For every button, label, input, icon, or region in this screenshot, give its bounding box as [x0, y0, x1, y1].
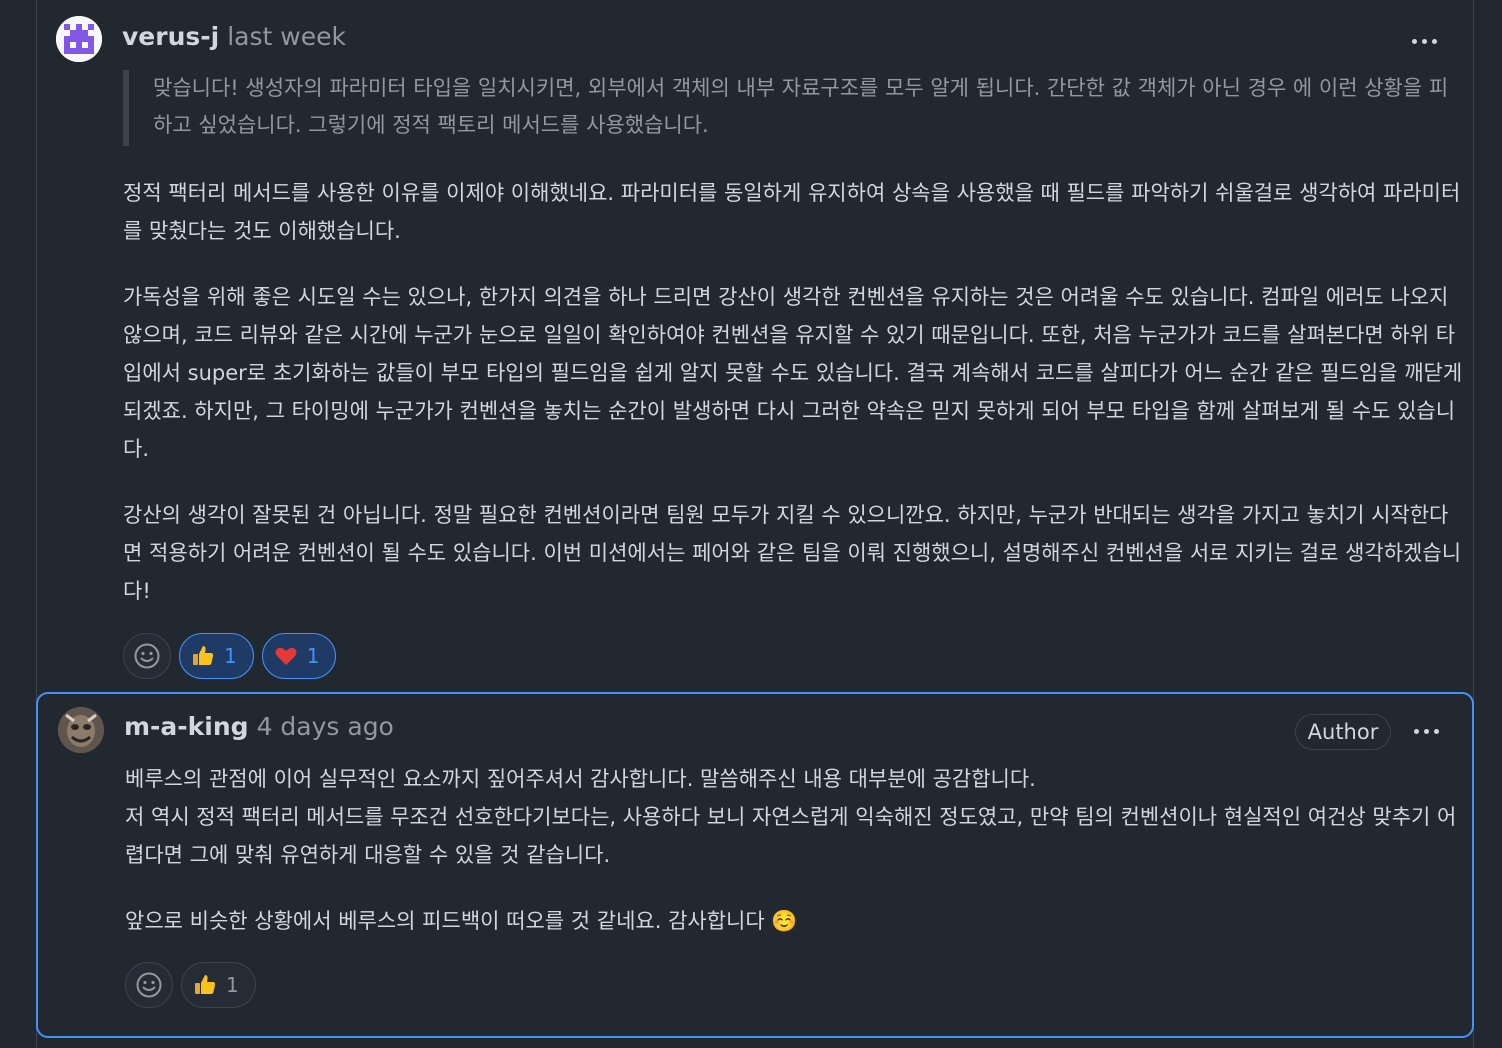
comment-paragraph: 앞으로 비슷한 상황에서 베루스의 피드백이 떠오를 것 같네요. 감사합니다 …	[125, 909, 798, 933]
timestamp-link[interactable]: last week	[227, 22, 346, 51]
comment-paragraph: 가독성을 위해 좋은 시도일 수는 있으나, 한가지 의견을 하나 드리면 강산…	[123, 285, 1463, 461]
add-reaction-button[interactable]	[125, 962, 173, 1008]
smiley-icon	[136, 972, 162, 998]
reaction-count: 1	[226, 973, 239, 997]
avatar[interactable]	[56, 16, 102, 62]
blockquote: 맞습니다! 생성자의 파라미터 타입을 일치시키면, 외부에서 객체의 내부 자…	[123, 70, 1453, 146]
timestamp-link[interactable]: 4 days ago	[257, 712, 394, 741]
reactions-bar: 1	[125, 962, 256, 1008]
comment-paragraph: 저 역시 정적 팩터리 메서드를 무조건 선호한다기보다는, 사용하다 보니 자…	[125, 805, 1457, 867]
comment-m-a-king: m-a-king 4 days ago Author 베루스의 관점에 이어 실…	[36, 692, 1474, 1038]
kebab-menu-icon[interactable]	[1404, 26, 1444, 56]
heart-icon	[273, 643, 299, 669]
reaction-count: 1	[224, 644, 237, 668]
smiley-icon	[134, 643, 160, 669]
author-badge: Author	[1295, 714, 1391, 750]
add-reaction-button[interactable]	[123, 633, 171, 679]
avatar[interactable]	[58, 707, 104, 753]
reaction-thumbs-up[interactable]: 1	[179, 633, 254, 679]
kebab-menu-icon[interactable]	[1406, 716, 1446, 746]
reaction-count: 1	[306, 644, 320, 668]
comment-paragraph: 베루스의 관점에 이어 실무적인 요소까지 짚어주셔서 감사합니다. 말씀해주신…	[125, 767, 1036, 791]
comment-header: verus-j last week	[122, 22, 346, 54]
thumbs-up-icon	[190, 643, 216, 669]
comment-header: m-a-king 4 days ago	[124, 712, 394, 744]
thumbs-up-icon	[192, 972, 218, 998]
reactions-bar: 1 1	[123, 633, 337, 679]
comment-verus-j: verus-j last week 맞습니다! 생성자의 파라미터 타입을 일치…	[36, 0, 1474, 692]
comment-paragraph: 정적 팩터리 메서드를 사용한 이유를 이제야 이해했네요. 파라미터를 동일하…	[123, 181, 1461, 243]
reaction-thumbs-up[interactable]: 1	[181, 962, 256, 1008]
conversation-view: verus-j last week 맞습니다! 생성자의 파라미터 타입을 일치…	[0, 0, 1502, 1048]
author-link[interactable]: m-a-king	[124, 712, 249, 741]
reaction-heart[interactable]: 1	[261, 633, 337, 679]
author-link[interactable]: verus-j	[122, 22, 219, 51]
comment-paragraph: 강산의 생각이 잘못된 건 아닙니다. 정말 필요한 컨벤션이라면 팀원 모두가…	[123, 503, 1462, 603]
